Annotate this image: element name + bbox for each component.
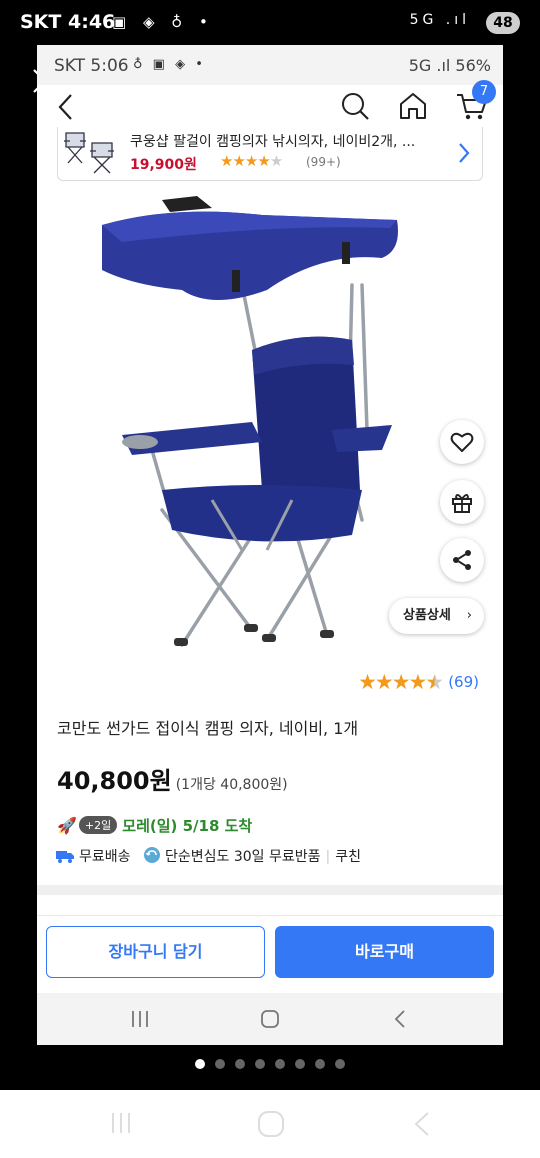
carousel-dot[interactable] — [255, 1059, 265, 1069]
delivery-date: 모레(일) 5/18 도착 — [122, 817, 253, 835]
benefits-row: 무료배송 단순변심도 30일 무료반품 | 쿠친 — [55, 846, 361, 866]
recents-icon[interactable] — [108, 1110, 134, 1136]
product-image[interactable] — [92, 190, 412, 660]
recents-icon[interactable] — [129, 1009, 151, 1029]
product-rating[interactable]: ★★★★★ (69) — [358, 670, 479, 694]
section-divider — [37, 885, 503, 895]
outer-status-bar: SKT 4:46 ▣ ◈ ♁ • 5G .ıl 48 — [0, 0, 540, 46]
inner-status-bar: SKT 5:06 ♁ ▣ ◈ • 5G .ıl 56% — [37, 45, 503, 85]
wishlist-button[interactable] — [440, 420, 484, 464]
top-navigation: 7 — [37, 80, 503, 131]
network-icons: 5G .ıl — [409, 12, 470, 28]
carousel-dot[interactable] — [275, 1059, 285, 1069]
related-product-price: 19,900원 — [130, 157, 197, 173]
return-policy-text: 단순변심도 30일 무료반품 — [164, 849, 321, 865]
free-shipping-text: 무료배송 — [79, 849, 131, 865]
inner-navigation-bar — [37, 993, 503, 1045]
outer-status-time: SKT 4:46 — [20, 11, 116, 33]
gift-button[interactable] — [440, 480, 484, 524]
product-detail-button[interactable]: 상품상세 › — [389, 598, 484, 634]
product-title: 코만도 썬가드 접이식 캠핑 의자, 네이비, 1개 — [57, 719, 359, 738]
carousel-dot[interactable] — [315, 1059, 325, 1069]
purchase-bar: 장바구니 담기 바로구매 — [37, 915, 503, 993]
home-nav-icon[interactable] — [256, 1110, 286, 1138]
carousel-dot[interactable] — [295, 1059, 305, 1069]
back-nav-icon[interactable] — [392, 1009, 408, 1029]
carousel-dot[interactable] — [215, 1059, 225, 1069]
return-icon — [143, 847, 160, 863]
product-price: 40,800원 — [57, 767, 172, 795]
outer-navigation-bar — [0, 1090, 540, 1158]
carousel-dots — [0, 1054, 540, 1070]
related-product-thumbnail — [64, 132, 114, 174]
review-count: (69) — [448, 673, 479, 691]
inner-network-battery: 5G .ıl 56% — [408, 56, 491, 75]
search-icon[interactable] — [339, 90, 371, 122]
carousel-dot[interactable] — [195, 1059, 205, 1069]
delivery-badge: +2일 — [78, 816, 118, 834]
carousel-dot[interactable] — [235, 1059, 245, 1069]
heart-icon — [450, 432, 474, 452]
share-button[interactable] — [440, 538, 484, 582]
back-nav-icon[interactable] — [410, 1110, 434, 1138]
chevron-right-icon: › — [466, 608, 472, 623]
back-icon[interactable] — [53, 91, 79, 123]
buy-now-button[interactable]: 바로구매 — [275, 926, 494, 978]
divider: | — [325, 849, 331, 865]
inner-status-time: SKT 5:06 — [54, 56, 129, 76]
truck-icon — [56, 851, 74, 863]
rocket-icon: 🚀 — [57, 816, 77, 835]
product-detail-label: 상품상세 — [403, 608, 451, 623]
chevron-right-icon[interactable] — [456, 141, 472, 165]
price-row: 40,800원 (1개당 40,800원) — [57, 761, 288, 796]
related-product-stars: ★★★★★ — [220, 152, 283, 170]
delivery-info: 🚀 +2일 모레(일) 5/18 도착 — [57, 815, 252, 836]
related-product-title: 쿠웅샵 팔걸이 캠핑의자 낚시의자, 네이비2개, ... — [130, 134, 416, 150]
share-icon — [453, 550, 471, 570]
notification-icons: ▣ ◈ ♁ • — [112, 13, 214, 31]
related-product-rating-count: (99+) — [306, 155, 341, 169]
gift-icon — [452, 494, 472, 513]
carousel-dot[interactable] — [335, 1059, 345, 1069]
related-product-card[interactable]: 쿠웅샵 팔걸이 캠핑의자 낚시의자, 네이비2개, ... 19,900원 ★★… — [57, 127, 483, 181]
rating-stars: ★★★★★ — [358, 670, 444, 694]
battery-badge: 48 — [486, 12, 520, 34]
unit-price: (1개당 40,800원) — [175, 777, 288, 793]
add-to-cart-button[interactable]: 장바구니 담기 — [46, 926, 265, 978]
home-icon[interactable] — [397, 90, 429, 122]
cart-count-badge: 7 — [472, 80, 496, 104]
inner-notification-icons: ♁ ▣ ◈ • — [133, 57, 206, 72]
screenshot-viewer: SKT 5:06 ♁ ▣ ◈ • 5G .ıl 56% 7 쿠웅샵 팔걸이 캠핑… — [37, 45, 503, 1045]
seller-name: 쿠친 — [335, 849, 361, 865]
home-nav-icon[interactable] — [259, 1009, 281, 1029]
